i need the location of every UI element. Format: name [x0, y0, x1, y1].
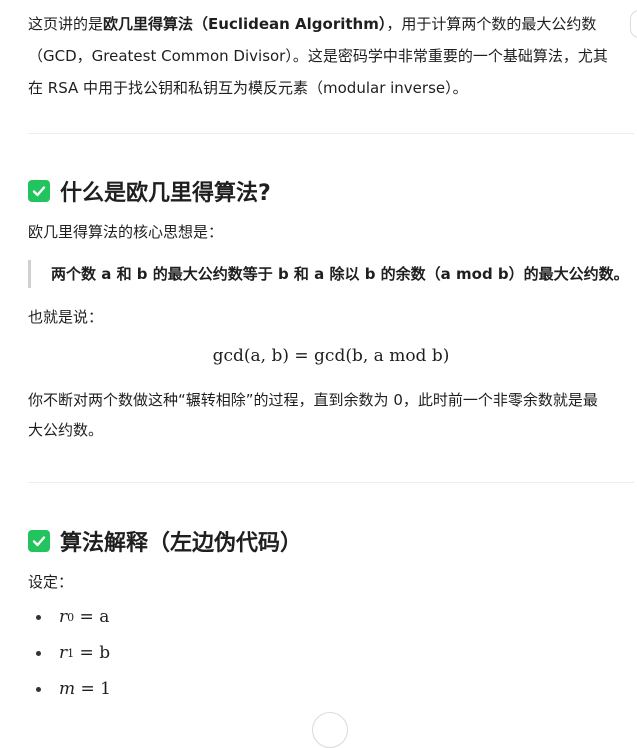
section-heading-text: 什么是欧几里得算法?	[60, 181, 271, 206]
intro-prefix: 这页讲的是	[28, 15, 104, 33]
intro-paragraph: 这页讲的是欧几里得算法（Euclidean Algorithm），用于计算两个数…	[28, 8, 634, 104]
section-heading-what-is: 什么是欧几里得算法?	[28, 175, 271, 207]
side-panel-handle[interactable]	[630, 10, 637, 38]
bullet-sub: 1	[67, 646, 75, 660]
bullet-rhs: = a	[79, 607, 110, 627]
check-box-icon	[28, 180, 50, 202]
core-idea-label: 欧几里得算法的核心思想是：	[28, 223, 224, 241]
intro-line-1: 这页讲的是欧几里得算法（Euclidean Algorithm），用于计算两个数…	[28, 8, 634, 40]
list-item: m = 1	[36, 679, 111, 699]
intro-bold-term: 欧几里得算法（Euclidean Algorithm）	[103, 15, 387, 33]
bullet-dot	[36, 614, 41, 620]
intro-line-2: （GCD，Greatest Common Divisor）。这是密码学中非常重要…	[28, 47, 608, 65]
bullet-rhs: = 1	[80, 679, 111, 699]
divider	[28, 133, 634, 134]
section-heading-algorithm: 算法解释（左边伪代码）	[28, 525, 302, 557]
also-label: 也就是说：	[28, 308, 104, 326]
setup-label: 设定：	[28, 573, 74, 591]
list-item: r1 = b	[36, 643, 110, 663]
bullet-var: r	[59, 607, 68, 627]
bullet-var: r	[59, 643, 68, 663]
list-item: r0 = a	[36, 607, 109, 627]
explain-line-2: 大公约数。	[28, 421, 104, 439]
bullet-dot	[36, 650, 41, 656]
intro-suffix: ，用于计算两个数的最大公约数	[386, 15, 597, 33]
intro-line-3: 在 RSA 中用于找公钥和私钥互为模反元素（modular inverse）。	[28, 79, 468, 97]
bullet-sub: 0	[67, 610, 75, 624]
section-heading-text: 算法解释（左边伪代码）	[60, 531, 303, 556]
bullet-var: m	[59, 679, 76, 699]
divider	[28, 482, 634, 483]
scroll-down-button[interactable]	[312, 712, 348, 748]
blockquote: 两个数 a 和 b 的最大公约数等于 b 和 a 除以 b 的余数（a mod …	[28, 260, 637, 288]
bullet-rhs: = b	[79, 643, 111, 663]
bullet-dot	[36, 686, 41, 692]
explain-line-1: 你不断对两个数做这种“辗转相除”的过程，直到余数为 0，此时前一个非零余数就是最	[28, 391, 598, 409]
math-formula: gcd(a, b) = gcd(b, a mod b)	[212, 346, 450, 366]
check-box-icon	[28, 530, 50, 552]
